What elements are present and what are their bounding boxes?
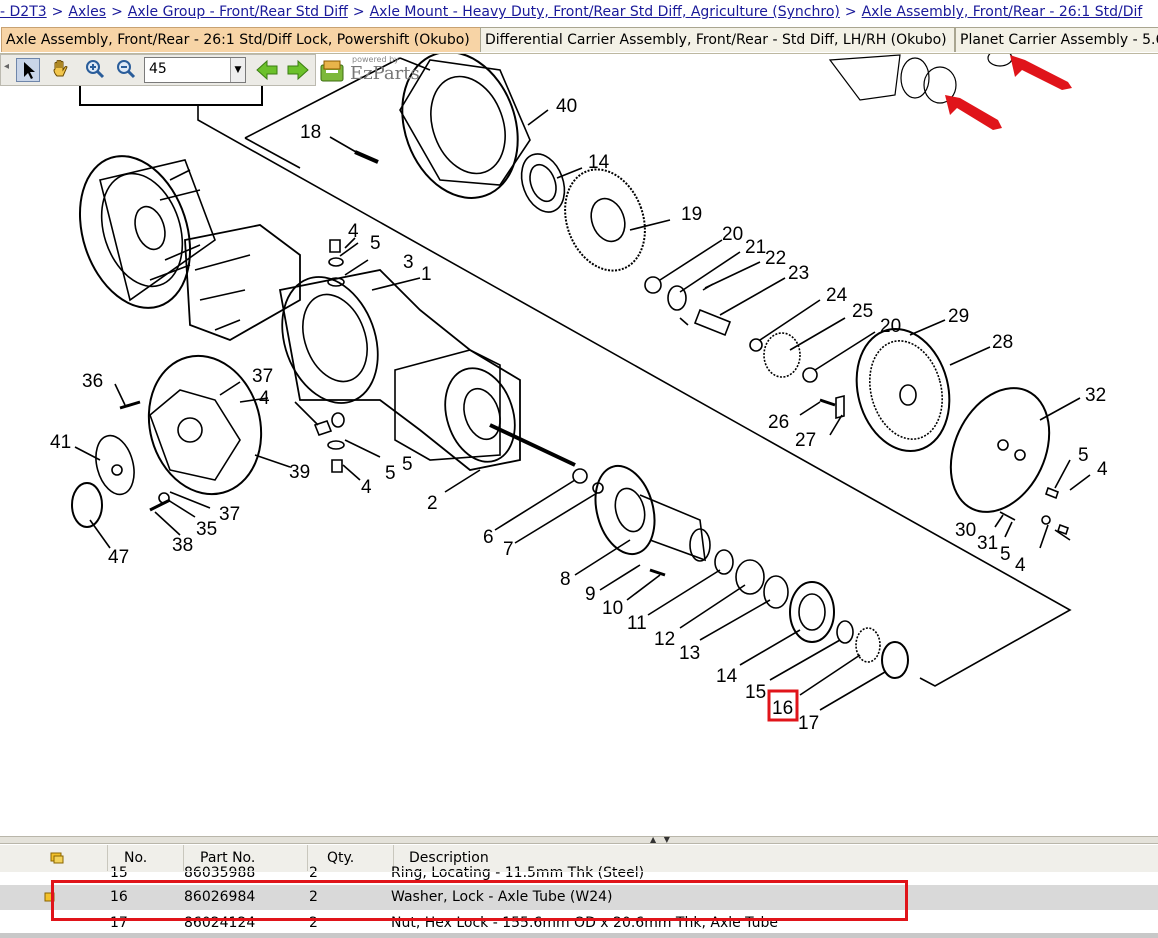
callout-5: 5: [385, 463, 396, 484]
callout-7: 7: [503, 539, 514, 560]
selected-row-highlight: [51, 880, 908, 921]
callout-5: 5: [402, 454, 413, 475]
toolbar-grip-icon: ◂: [4, 61, 10, 72]
callout-10: 10: [602, 598, 623, 619]
preview-thumbnail: [828, 49, 1013, 104]
callout-29: 29: [948, 306, 969, 327]
callout-4: 4: [1097, 459, 1108, 480]
callout-19: 19: [681, 204, 702, 225]
zoom-out-icon: [117, 60, 136, 79]
callout-32: 32: [1085, 385, 1106, 406]
callout-4: 4: [348, 221, 359, 242]
breadcrumb-link-axles[interactable]: Axles: [68, 4, 106, 20]
callout-14: 14: [588, 152, 610, 173]
callout-37: 37: [219, 504, 240, 525]
breadcrumb: - D2T3 > Axles > Axle Group - Front/Rear Std…: [0, 0, 1158, 24]
callout-18: 18: [300, 122, 321, 143]
chevron-down-icon[interactable]: ▼: [230, 58, 245, 82]
callout-23: 23: [788, 263, 809, 284]
callout-17: 17: [798, 713, 819, 734]
callout-36: 36: [82, 371, 103, 392]
zoom-level-select[interactable]: 45 ▼: [144, 57, 246, 83]
callout-20: 20: [722, 224, 743, 245]
callout-6: 6: [483, 527, 494, 548]
breadcrumb-link-axle-assembly[interactable]: Axle Assembly, Front/Rear - 26:1 Std/Dif: [862, 4, 1143, 20]
zoom-out-button[interactable]: [115, 58, 139, 82]
callout-30: 30: [955, 520, 976, 541]
pointer-tool-button[interactable]: [16, 58, 40, 82]
callout-31: 31: [977, 533, 998, 554]
callout-1: 1: [421, 264, 432, 285]
callout-15: 15: [745, 682, 766, 703]
callout-5: 5: [370, 233, 381, 254]
splitter-grip-icon: ▲ ▼: [650, 835, 670, 844]
preview-pointer-arrows: [945, 55, 1072, 130]
callout-47: 47: [108, 547, 129, 568]
viewer-toolbar: ◂ 45 ▼: [0, 54, 316, 86]
tab-planet-carrier[interactable]: Planet Carrier Assembly - 5.6: [955, 27, 1158, 52]
zoom-in-icon: [86, 60, 105, 79]
callout-21: 21: [745, 237, 766, 258]
callout-20: 20: [880, 316, 901, 337]
callout-4: 4: [361, 477, 372, 498]
callout-labels: 1 2 3 4 4 4 4 4 5 5 5 5 5 6 7 8 9 10 11 …: [50, 96, 1108, 734]
callout-4: 4: [259, 388, 270, 409]
breadcrumb-link-d2t3[interactable]: - D2T3: [0, 4, 47, 20]
callout-28: 28: [992, 332, 1013, 353]
ezparts-logo: powered by EzParts: [318, 55, 428, 87]
callout-14: 14: [716, 666, 738, 687]
callout-40: 40: [556, 96, 577, 117]
hand-icon: [53, 60, 68, 77]
callout-5: 5: [1000, 544, 1011, 565]
forward-button[interactable]: [286, 58, 310, 82]
callout-3: 3: [403, 252, 414, 273]
callout-39: 39: [289, 462, 310, 483]
callout-37: 37: [252, 366, 273, 387]
callout-16: 16: [772, 698, 793, 719]
breadcrumb-link-axle-mount[interactable]: Axle Mount - Heavy Duty, Front/Rear Std …: [370, 4, 840, 20]
parts-table: No. Part No. Qty. Description 15 8603598…: [0, 845, 1158, 938]
callout-12: 12: [654, 629, 675, 650]
pointer-icon: [24, 62, 35, 79]
tab-strip: Axle Assembly, Front/Rear - 26:1 Std/Dif…: [0, 27, 1158, 54]
callout-25: 25: [852, 301, 873, 322]
back-arrow-icon: [256, 59, 278, 81]
zoom-level-value: 45: [149, 61, 167, 77]
zoom-in-button[interactable]: [84, 58, 108, 82]
tab-differential-carrier[interactable]: Differential Carrier Assembly, Front/Rea…: [480, 27, 955, 52]
callout-35: 35: [196, 519, 217, 540]
parts-diagram[interactable]: 1 2 3 4 4 4 4 4 5 5 5 5 5 6 7 8 9 10 11 …: [0, 0, 1158, 836]
breadcrumb-link-axle-group[interactable]: Axle Group - Front/Rear Std Diff: [128, 4, 348, 20]
callout-26: 26: [768, 412, 789, 433]
header-overlap: [0, 871, 1158, 872]
callout-2: 2: [427, 493, 438, 514]
callout-11: 11: [627, 613, 647, 634]
pane-splitter[interactable]: ▲ ▼: [0, 835, 1158, 844]
tab-axle-assembly[interactable]: Axle Assembly, Front/Rear - 26:1 Std/Dif…: [1, 27, 481, 52]
horizontal-scrollbar[interactable]: [0, 933, 1158, 938]
back-button[interactable]: [255, 58, 279, 82]
forward-arrow-icon: [287, 59, 309, 81]
callout-8: 8: [560, 569, 571, 590]
callout-38: 38: [172, 535, 193, 556]
callout-5: 5: [1078, 445, 1089, 466]
callout-22: 22: [765, 248, 786, 269]
callout-27: 27: [795, 430, 816, 451]
callout-13: 13: [679, 643, 700, 664]
ezparts-logo-icon: [320, 60, 344, 82]
pan-tool-button[interactable]: [49, 58, 73, 82]
callout-9: 9: [585, 584, 596, 605]
callout-4: 4: [1015, 555, 1026, 576]
callout-24: 24: [826, 285, 848, 306]
callout-41: 41: [50, 432, 71, 453]
